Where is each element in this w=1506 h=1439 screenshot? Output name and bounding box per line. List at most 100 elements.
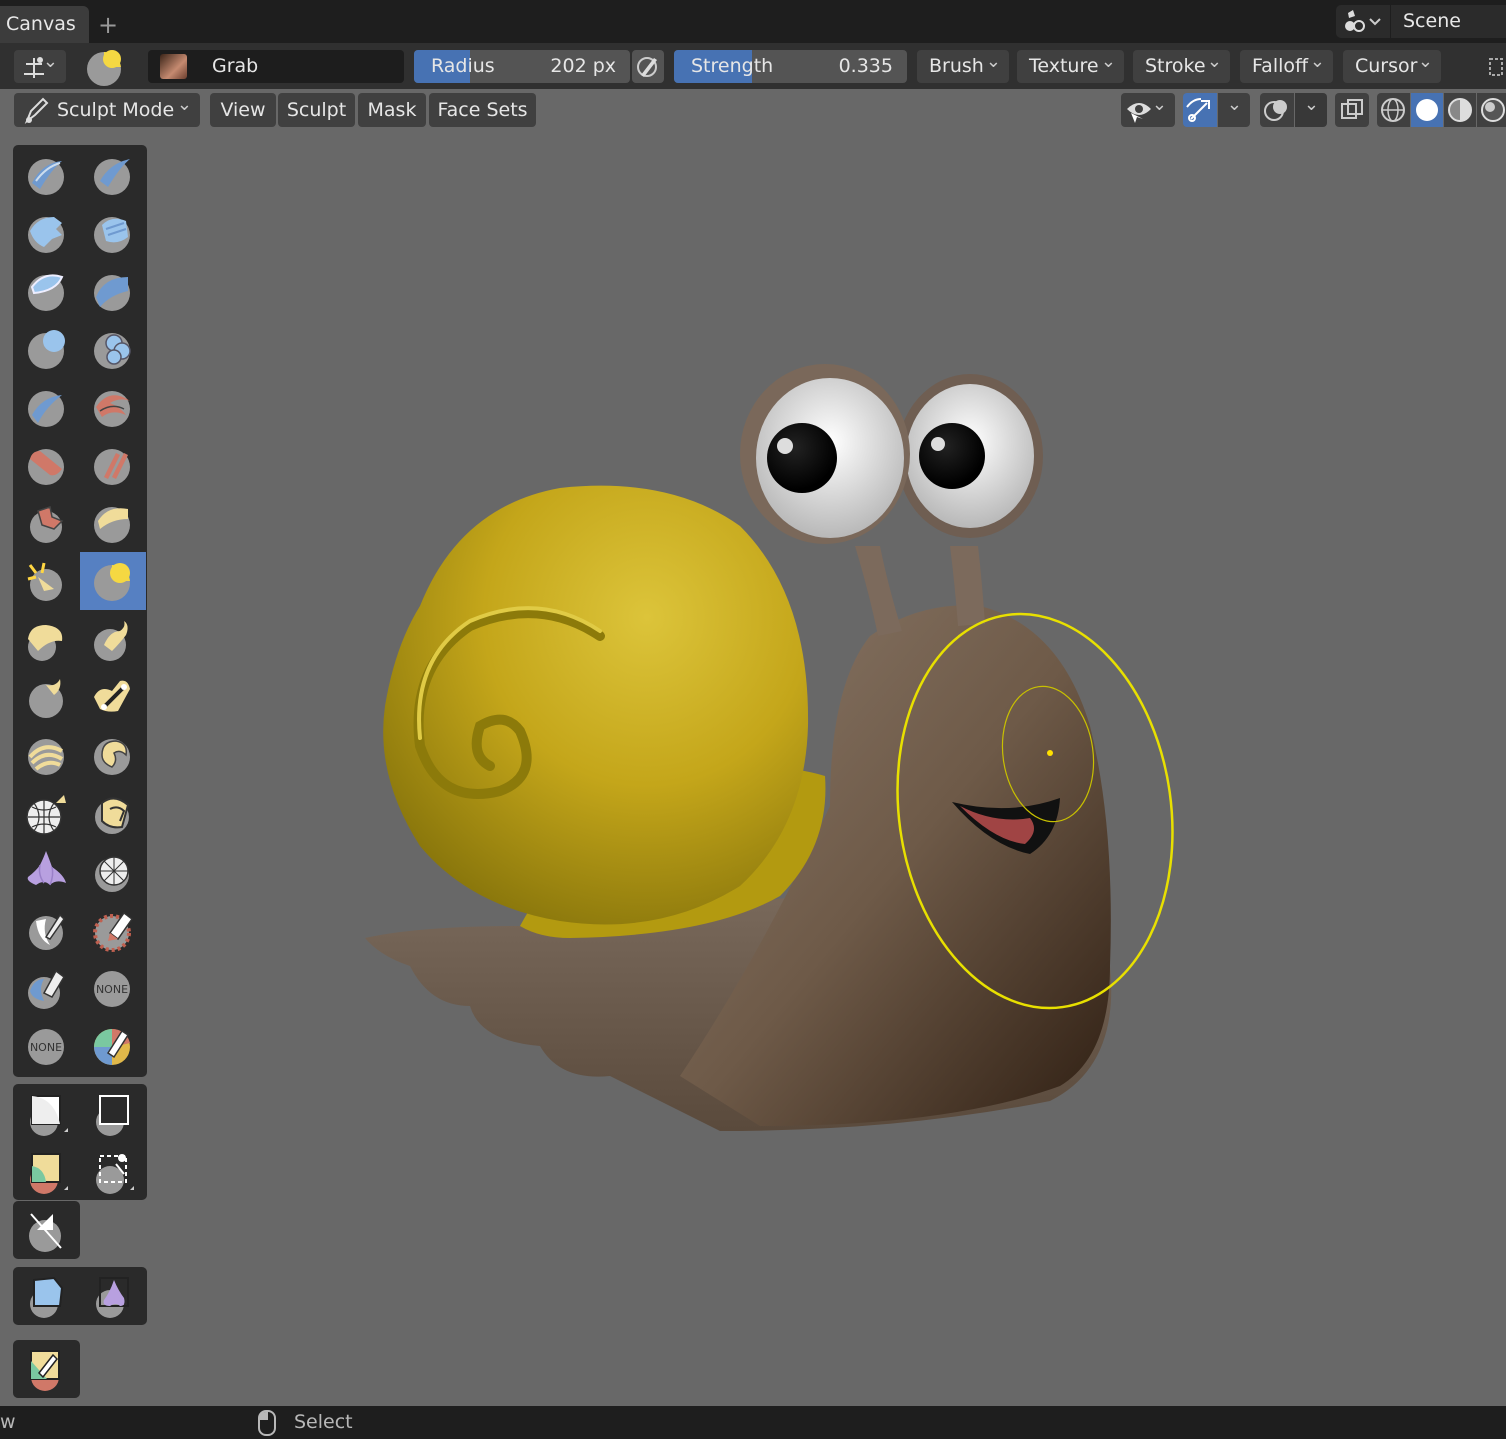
mode-label: Sculpt Mode <box>57 99 175 121</box>
brush-center-dot <box>1047 750 1053 756</box>
tool-mask[interactable] <box>14 900 80 958</box>
brush-texture-thumbnail <box>160 54 187 79</box>
material-shading-button[interactable] <box>1444 93 1476 127</box>
scene-name-field[interactable]: Scene <box>1390 5 1506 38</box>
gizmo-icon <box>1186 98 1210 122</box>
tool-simplify[interactable] <box>80 842 146 900</box>
tool-clay-strips[interactable] <box>80 204 146 262</box>
tool-inflate[interactable] <box>14 320 80 378</box>
tool-pinch[interactable] <box>14 552 80 610</box>
tool-rotate[interactable] <box>80 726 146 784</box>
tool-smooth[interactable] <box>80 378 146 436</box>
brush-tool-panel: NONE NONE <box>13 145 147 1077</box>
tool-fill[interactable] <box>80 436 146 494</box>
overlays-toggle[interactable] <box>1260 93 1294 127</box>
eye-icon <box>1127 103 1151 123</box>
tool-pose[interactable] <box>80 668 146 726</box>
tool-clay[interactable] <box>14 204 80 262</box>
tool-draw[interactable] <box>14 146 80 204</box>
tool-boundary[interactable] <box>80 784 146 842</box>
tool-box-face-set[interactable] <box>14 1143 80 1201</box>
radius-pressure-toggle[interactable] <box>632 50 664 83</box>
tool-flatten[interactable] <box>14 436 80 494</box>
tool-box-trim[interactable] <box>80 1143 146 1201</box>
line-tool-panel <box>13 1201 80 1259</box>
rendered-shading-button[interactable] <box>1477 93 1506 127</box>
tool-nudge[interactable] <box>14 726 80 784</box>
color-filter-panel <box>13 1340 80 1398</box>
tool-cloth[interactable] <box>14 842 80 900</box>
tool-thumb[interactable] <box>14 668 80 726</box>
left-eye-stalk <box>855 546 902 636</box>
tool-cloth-filter[interactable] <box>80 1267 146 1325</box>
rendered-sphere-icon <box>1481 98 1505 122</box>
overlays-dropdown[interactable] <box>1295 88 1327 127</box>
symmetry-icon <box>24 57 44 78</box>
tool-blob[interactable] <box>80 320 146 378</box>
xray-icon <box>1341 99 1363 119</box>
tool-elastic-deform[interactable] <box>14 610 80 668</box>
tool-crease[interactable] <box>14 378 80 436</box>
pen-pressure-icon <box>637 57 657 77</box>
sculpt-menu[interactable]: Sculpt <box>278 93 355 127</box>
visibility-dropdown[interactable] <box>1121 88 1175 127</box>
tool-box-mask[interactable] <box>14 1085 80 1143</box>
tool-color-filter[interactable] <box>13 1340 79 1398</box>
tool-settings-header: Grab Radius 202 px Strength 0.335 Brush … <box>0 43 1506 89</box>
tool-layer[interactable] <box>80 262 146 320</box>
tool-none-slot-2[interactable]: NONE <box>14 1016 80 1074</box>
tool-clay-thumb[interactable] <box>14 262 80 320</box>
tool-grab[interactable] <box>80 552 146 610</box>
viewport-3d[interactable] <box>0 126 1506 1406</box>
radius-slider[interactable]: Radius 202 px <box>414 50 630 83</box>
solid-shading-button[interactable] <box>1411 93 1443 127</box>
mode-selector[interactable]: Sculpt Mode <box>14 88 200 127</box>
tab-canvas[interactable]: Canvas <box>0 6 89 43</box>
tool-none-slot-1[interactable]: NONE <box>80 958 146 1016</box>
tool-mesh-filter[interactable] <box>14 1267 80 1325</box>
right-pupil-highlight <box>931 437 945 451</box>
cursor-menu[interactable]: Cursor <box>1343 45 1441 83</box>
add-workspace-button[interactable]: + <box>96 12 120 38</box>
symmetry-dropdown[interactable] <box>14 45 66 83</box>
tool-draw-sharp[interactable] <box>80 146 146 204</box>
gizmo-toggle[interactable] <box>1183 93 1217 127</box>
strength-slider[interactable]: Strength 0.335 <box>674 50 907 83</box>
tool-box-hide[interactable] <box>80 1085 146 1143</box>
falloff-menu[interactable]: Falloff <box>1240 45 1333 83</box>
xray-toggle[interactable] <box>1335 93 1369 127</box>
material-sphere-icon <box>1448 98 1472 122</box>
snail-shell <box>383 485 809 925</box>
stroke-menu[interactable]: Stroke <box>1133 45 1230 83</box>
right-pupil <box>919 423 985 489</box>
mask-menu[interactable]: Mask <box>358 93 426 127</box>
options-icon[interactable] <box>1486 55 1506 79</box>
brush-name-label: Grab <box>212 55 259 77</box>
tool-multiplane-scrape[interactable] <box>80 494 146 552</box>
tool-draw-face-sets[interactable] <box>80 900 146 958</box>
tool-multires-displacement-eraser[interactable] <box>14 958 80 1016</box>
mouse-left-icon <box>258 1410 276 1436</box>
none-label-2: NONE <box>30 1041 62 1054</box>
scene-selector-button[interactable] <box>1336 5 1390 38</box>
view-menu[interactable]: View <box>210 93 276 127</box>
tool-line-project[interactable] <box>13 1201 79 1259</box>
solid-sphere-icon <box>1416 99 1438 121</box>
wireframe-shading-button[interactable] <box>1377 93 1410 127</box>
brush-preview-icon[interactable] <box>84 47 126 87</box>
wireframe-sphere-icon <box>1381 98 1405 122</box>
tool-snake-hook[interactable] <box>80 610 146 668</box>
strength-value: 0.335 <box>838 55 893 77</box>
status-bar: w Select <box>0 1406 1506 1439</box>
brush-menu[interactable]: Brush <box>917 45 1009 83</box>
face-sets-menu[interactable]: Face Sets <box>429 93 536 127</box>
brush-selector[interactable]: Grab <box>148 50 404 83</box>
texture-menu[interactable]: Texture <box>1017 45 1124 83</box>
gizmo-dropdown[interactable] <box>1218 88 1250 127</box>
status-select-label: Select <box>294 1411 353 1433</box>
none-label-1: NONE <box>96 983 128 996</box>
tool-paint[interactable] <box>80 1016 146 1074</box>
tool-slide-relax[interactable] <box>14 784 80 842</box>
tool-scrape[interactable] <box>14 494 80 552</box>
workspace-tab-bar: Canvas + Scene <box>0 0 1506 43</box>
